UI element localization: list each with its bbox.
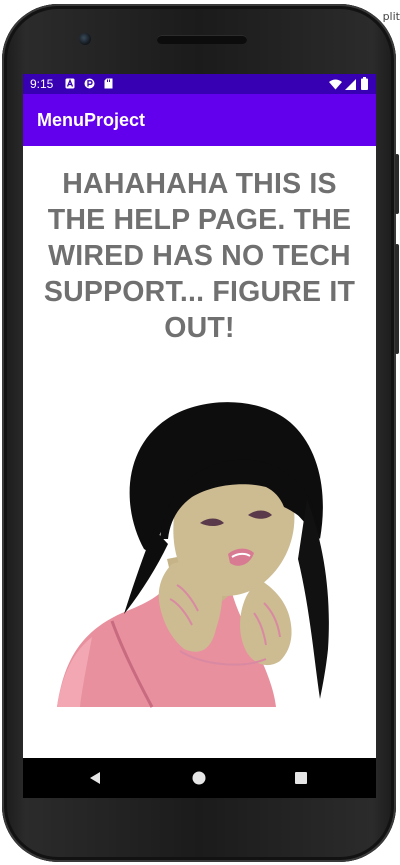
back-icon[interactable] (88, 770, 104, 786)
navigation-bar (23, 758, 376, 798)
power-button (395, 154, 399, 214)
home-icon[interactable] (191, 770, 207, 786)
status-bar: 9:15 (23, 74, 376, 94)
status-time: 9:15 (30, 77, 54, 91)
p-badge-icon (84, 78, 95, 89)
edge-text: plit (382, 10, 400, 23)
wifi-icon (329, 79, 342, 90)
phone-screen: 9:15 MenuProject HAHAHAHA THIS IS THE HE… (23, 74, 376, 758)
sd-card-icon (104, 78, 113, 89)
earpiece-speaker (157, 35, 247, 44)
volume-button (395, 244, 399, 354)
front-camera-icon (79, 33, 91, 45)
recents-icon[interactable] (293, 770, 309, 786)
help-text: HAHAHAHA THIS IS THE HELP PAGE. THE WIRE… (43, 168, 356, 344)
app-bar: MenuProject (23, 94, 376, 146)
anime-girl-illustration (57, 402, 329, 708)
a-badge-icon (65, 78, 75, 89)
emulator-canvas: plit 9:15 MenuProject HAHAHAHA THIS IS T… (0, 0, 400, 865)
signal-icon (345, 79, 356, 90)
battery-icon (361, 77, 368, 90)
app-title: MenuProject (37, 110, 146, 130)
